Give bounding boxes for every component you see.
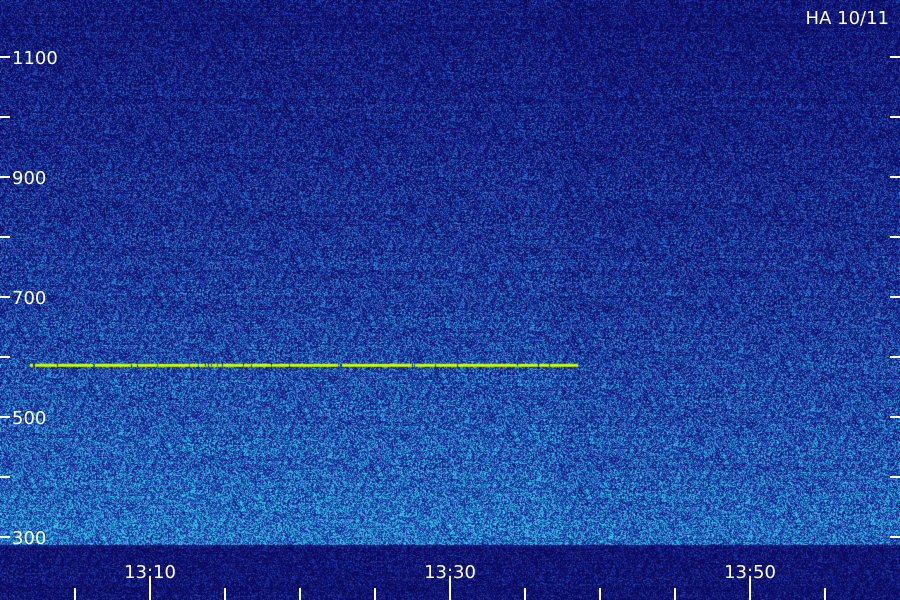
x-tick-label: 13:30 (424, 562, 476, 583)
chart-axes: 300 500 700 900 1100 13:10 13:30 13:50 HA 10/1… (0, 8, 900, 600)
y-tick-label: 500 (12, 408, 46, 429)
y-tick-label: 900 (12, 168, 46, 189)
y-tick-label: 700 (12, 288, 46, 309)
x-axis: 13:10 13:30 13:50 (74, 562, 826, 600)
x-tick-label: 13:50 (724, 562, 776, 583)
chart-title: HA 10/11 (806, 8, 889, 29)
spectrogram-chart: 300 500 700 900 1100 13:10 13:30 13:50 HA 10/1… (0, 0, 900, 600)
y-tick-label: 300 (12, 528, 46, 549)
y-tick-label: 1100 (12, 48, 58, 69)
y-axis: 300 500 700 900 1100 (0, 48, 900, 549)
x-tick-label: 13:10 (124, 562, 176, 583)
